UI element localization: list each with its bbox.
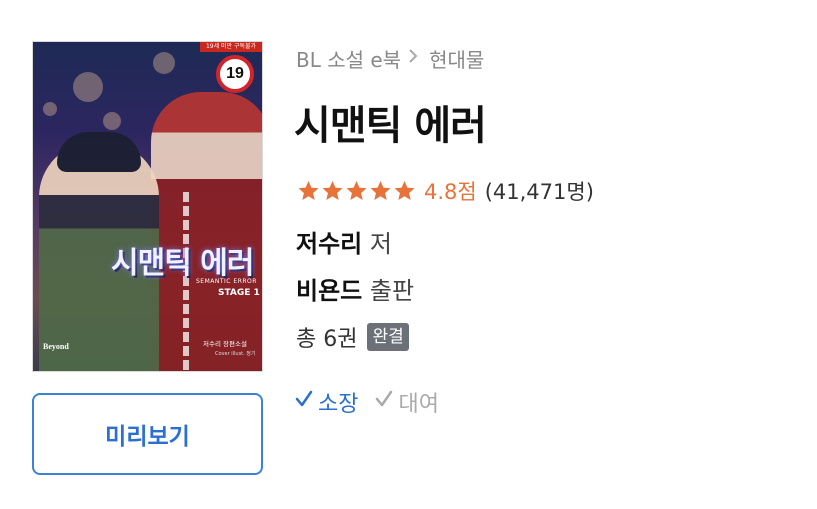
option-rent[interactable]: 대여	[374, 386, 439, 418]
cover-credit: Cover illust. 정기	[215, 351, 256, 357]
cover-age-badge: 19	[216, 55, 254, 93]
star-icon	[394, 181, 415, 200]
author-line: 저수리 저	[296, 224, 392, 259]
volume-info: 총 6권 완결	[296, 321, 409, 353]
breadcrumb-subcategory[interactable]: 현대물	[429, 44, 484, 73]
book-title: 시맨틱 에러	[294, 103, 487, 149]
cover-bokeh	[153, 52, 175, 74]
book-cover[interactable]: 19세 미만 구독불가 19 시맨틱 에러 SEMANTIC ERROR STA…	[32, 41, 263, 372]
option-own-label: 소장	[318, 392, 359, 417]
purchase-options: 소장 대여	[294, 386, 455, 418]
cover-jacket-stripes	[183, 192, 189, 371]
check-icon	[294, 389, 314, 415]
preview-button[interactable]: 미리보기	[32, 393, 263, 475]
cover-bokeh	[103, 112, 121, 130]
cover-publisher-logo: Beyond	[43, 342, 69, 351]
status-badge: 완결	[367, 323, 409, 351]
star-icon	[370, 181, 391, 200]
cover-subtitle: SEMANTIC ERROR	[196, 278, 257, 285]
check-icon	[374, 389, 394, 415]
option-rent-label: 대여	[398, 392, 439, 417]
rating: 4.8점 (41,471명)	[296, 176, 594, 206]
author-role: 저	[369, 230, 392, 258]
star-icon	[346, 181, 367, 200]
star-icon	[298, 181, 319, 200]
rating-count[interactable]: (41,471명)	[485, 176, 594, 206]
breadcrumb: BL 소설 e북 현대물	[296, 44, 484, 73]
cover-author: 저수리 장편소설	[203, 340, 247, 348]
chevron-right-icon	[407, 48, 419, 69]
cover-bokeh	[73, 72, 103, 102]
cover-bokeh	[43, 102, 57, 116]
author-name[interactable]: 저수리	[296, 230, 362, 258]
rating-score: 4.8점	[424, 180, 477, 204]
star-icon	[322, 181, 343, 200]
publisher-line: 비욘드 출판	[296, 271, 414, 306]
cover-character-right	[151, 92, 262, 371]
option-own[interactable]: 소장	[294, 386, 358, 418]
publisher-name[interactable]: 비욘드	[296, 277, 362, 305]
publisher-role: 출판	[369, 277, 415, 305]
cover-title-art: 시맨틱 에러	[111, 246, 254, 281]
cover-age-banner: 19세 미만 구독불가	[200, 42, 262, 52]
cover-stage: STAGE 1	[218, 288, 260, 298]
rating-stars	[296, 179, 416, 203]
breadcrumb-category[interactable]: BL 소설 e북	[296, 44, 401, 73]
volume-count: 총 6권	[296, 327, 358, 352]
